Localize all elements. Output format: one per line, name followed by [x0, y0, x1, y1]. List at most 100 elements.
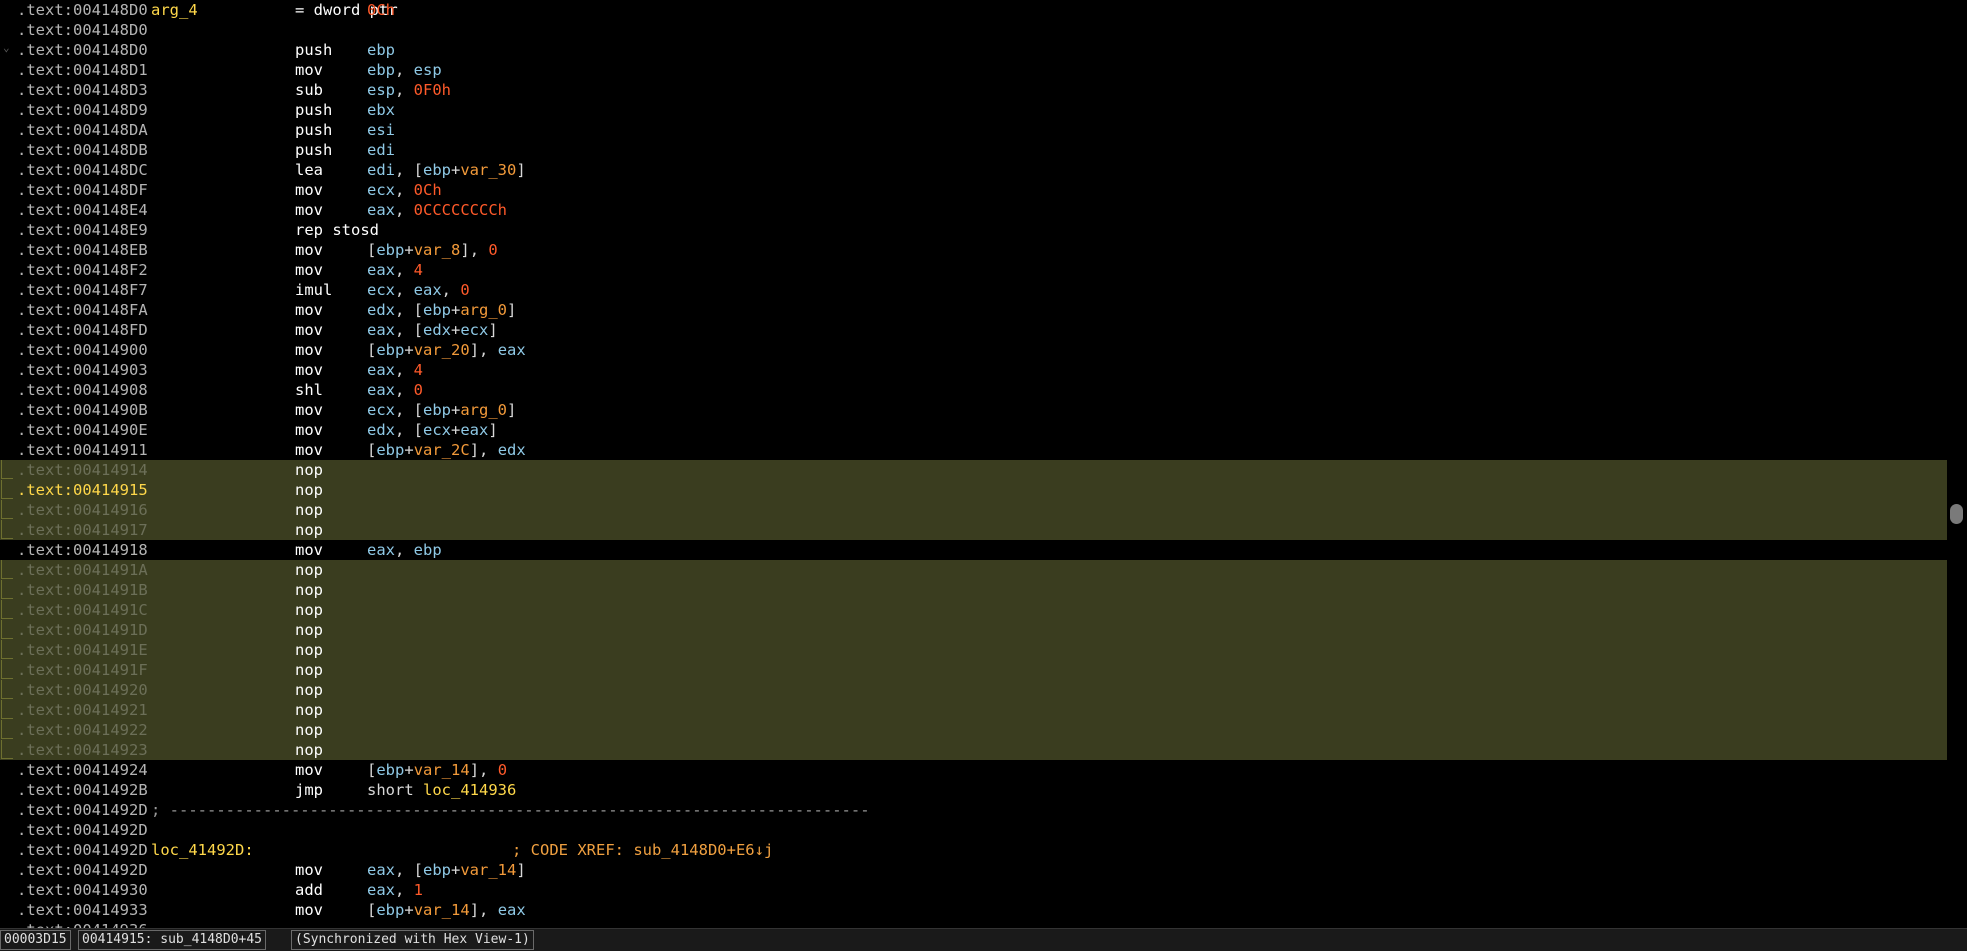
instruction-mnemonic[interactable]: mov: [295, 440, 323, 460]
listing-line[interactable]: .text:0041491B nop: [0, 580, 1947, 600]
instruction-mnemonic[interactable]: push: [295, 120, 332, 140]
line-address[interactable]: .text:0041491F: [17, 660, 148, 680]
instruction-mnemonic[interactable]: nop: [295, 620, 323, 640]
instruction-operands[interactable]: [ebp+var_8], 0: [367, 240, 498, 260]
instruction-mnemonic[interactable]: nop: [295, 680, 323, 700]
instruction-mnemonic[interactable]: mov: [295, 320, 323, 340]
instruction-operands[interactable]: edx, [ecx+eax]: [367, 420, 498, 440]
vertical-scrollbar[interactable]: [1947, 0, 1967, 928]
line-address[interactable]: .text:00414911: [17, 440, 148, 460]
line-address[interactable]: .text:0041492D: [17, 800, 148, 820]
listing-line[interactable]: .text:0041491D nop: [0, 620, 1947, 640]
instruction-mnemonic[interactable]: nop: [295, 740, 323, 760]
listing-line[interactable]: .text:0041491A nop: [0, 560, 1947, 580]
listing-line[interactable]: .text:0041491E nop: [0, 640, 1947, 660]
instruction-operands[interactable]: eax, 0: [367, 380, 423, 400]
line-address[interactable]: .text:0041491D: [17, 620, 148, 640]
line-address[interactable]: .text:00414923: [17, 740, 148, 760]
instruction-operands[interactable]: esp, 0F0h: [367, 80, 451, 100]
listing-line[interactable]: .text:004148DF mov ecx, 0Ch: [0, 180, 1947, 200]
operand-var[interactable]: arg_0: [460, 401, 507, 419]
line-address[interactable]: .text:0041491C: [17, 600, 148, 620]
instruction-mnemonic[interactable]: nop: [295, 600, 323, 620]
instruction-operands[interactable]: [ebp+var_20], eax: [367, 340, 526, 360]
instruction-operands[interactable]: edi, [ebp+var_30]: [367, 160, 526, 180]
instruction-mnemonic[interactable]: imul: [295, 280, 332, 300]
instruction-mnemonic[interactable]: jmp: [295, 780, 323, 800]
listing-line[interactable]: .text:004148DA push esi: [0, 120, 1947, 140]
line-address[interactable]: .text:00414936: [17, 920, 148, 928]
instruction-operands[interactable]: eax, [edx+ecx]: [367, 320, 498, 340]
listing-line[interactable]: .text:00414911 mov [ebp+var_2C], edx: [0, 440, 1947, 460]
instruction-operands[interactable]: eax, 4: [367, 260, 423, 280]
line-address[interactable]: .text:004148DA: [17, 120, 148, 140]
line-address[interactable]: .text:00414918: [17, 540, 148, 560]
line-address[interactable]: .text:00414933: [17, 900, 148, 920]
line-address[interactable]: .text:0041492D: [17, 840, 148, 860]
listing-line[interactable]: .text:00414900 mov [ebp+var_20], eax: [0, 340, 1947, 360]
line-address[interactable]: .text:00414920: [17, 680, 148, 700]
line-address[interactable]: .text:004148D9: [17, 100, 148, 120]
listing-line[interactable]: .text:00414916 nop: [0, 500, 1947, 520]
line-address[interactable]: .text:0041492D: [17, 860, 148, 880]
operand-var[interactable]: var_30: [460, 161, 516, 179]
listing-line[interactable]: .text:0041492D loc_41492D: ; CODE XREF: su…: [0, 840, 1947, 860]
instruction-mnemonic[interactable]: nop: [295, 640, 323, 660]
line-address[interactable]: .text:0041491A: [17, 560, 148, 580]
instruction-mnemonic[interactable]: mov: [295, 400, 323, 420]
instruction-mnemonic[interactable]: mov: [295, 860, 323, 880]
operand-var[interactable]: var_14: [414, 901, 470, 919]
listing-line[interactable]: .text:0041492D; ------------------------…: [0, 800, 1947, 820]
listing-line[interactable]: .text:0041492B jmp short loc_414936: [0, 780, 1947, 800]
instruction-mnemonic[interactable]: mov: [295, 240, 323, 260]
instruction-mnemonic[interactable]: nop: [295, 720, 323, 740]
listing-line[interactable]: .text:0041490E mov edx, [ecx+eax]: [0, 420, 1947, 440]
listing-line[interactable]: .text:00414908 shl eax, 0: [0, 380, 1947, 400]
instruction-operands[interactable]: eax, 1: [367, 880, 423, 900]
listing-line[interactable]: .text:004148D9 push ebx: [0, 100, 1947, 120]
listing-line[interactable]: .text:004148E9 rep stosd: [0, 220, 1947, 240]
line-address[interactable]: .text:004148D3: [17, 80, 148, 100]
instruction-mnemonic[interactable]: push: [295, 100, 332, 120]
line-address[interactable]: .text:004148EB: [17, 240, 148, 260]
instruction-operands[interactable]: 0Ch: [367, 0, 395, 20]
line-address[interactable]: .text:004148E9: [17, 220, 148, 240]
line-address[interactable]: .text:004148DC: [17, 160, 148, 180]
listing-line[interactable]: .text:004148F7 imul ecx, eax, 0: [0, 280, 1947, 300]
line-address[interactable]: .text:00414916: [17, 500, 148, 520]
instruction-operands[interactable]: [ebp+var_14], 0: [367, 760, 507, 780]
listing-line[interactable]: .text:00414933 mov [ebp+var_14], eax: [0, 900, 1947, 920]
instruction-mnemonic[interactable]: nop: [295, 560, 323, 580]
disassembly-listing[interactable]: .text:004148D0 arg_4 = dword ptr 0Ch .text:0…: [0, 0, 1947, 928]
listing-line[interactable]: .text:0041490B mov ecx, [ebp+arg_0]: [0, 400, 1947, 420]
instruction-mnemonic[interactable]: lea: [295, 160, 323, 180]
instruction-mnemonic[interactable]: shl: [295, 380, 323, 400]
line-address[interactable]: .text:00414917: [17, 520, 148, 540]
instruction-mnemonic[interactable]: mov: [295, 540, 323, 560]
line-address[interactable]: .text:0041491B: [17, 580, 148, 600]
instruction-operands[interactable]: eax, [ebp+var_14]: [367, 860, 526, 880]
line-address[interactable]: .text:004148E4: [17, 200, 148, 220]
listing-line[interactable]: .text:0041491C nop: [0, 600, 1947, 620]
line-address[interactable]: .text:004148D0: [17, 40, 148, 60]
instruction-operands[interactable]: ecx, 0Ch: [367, 180, 442, 200]
listing-line[interactable]: .text:00414920 nop: [0, 680, 1947, 700]
listing-line[interactable]: .text:0041491F nop: [0, 660, 1947, 680]
instruction-operands[interactable]: eax, 0CCCCCCCCh: [367, 200, 507, 220]
line-address[interactable]: .text:004148DF: [17, 180, 148, 200]
instruction-operands[interactable]: short loc_414936: [367, 780, 516, 800]
listing-line[interactable]: .text:004148D1 mov ebp, esp: [0, 60, 1947, 80]
line-address[interactable]: .text:00414930: [17, 880, 148, 900]
instruction-operands[interactable]: ebp: [367, 40, 395, 60]
line-address[interactable]: .text:004148D1: [17, 60, 148, 80]
line-address[interactable]: .text:0041490E: [17, 420, 148, 440]
line-address[interactable]: .text:0041492B: [17, 780, 148, 800]
listing-line[interactable]: .text:00414924 mov [ebp+var_14], 0: [0, 760, 1947, 780]
instruction-operands[interactable]: ebx: [367, 100, 395, 120]
instruction-mnemonic[interactable]: mov: [295, 180, 323, 200]
listing-line[interactable]: .text:004148DC lea edi, [ebp+var_30]: [0, 160, 1947, 180]
operand-var[interactable]: var_14: [460, 861, 516, 879]
instruction-operands[interactable]: [ebp+var_14], eax: [367, 900, 526, 920]
listing-line[interactable]: .text:004148E4 mov eax, 0CCCCCCCCh: [0, 200, 1947, 220]
listing-line[interactable]: .text:004148FA mov edx, [ebp+arg_0]: [0, 300, 1947, 320]
